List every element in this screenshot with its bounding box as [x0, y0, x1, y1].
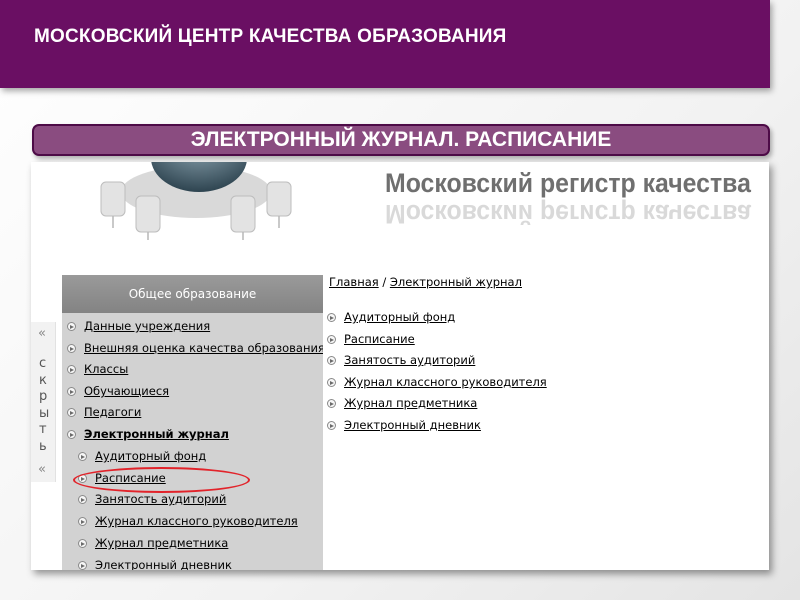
- submenu-item-room-occupancy[interactable]: Занятость аудиторий: [78, 492, 226, 506]
- sidebar-menu: Данные учреждения Внешняя оценка качеств…: [62, 313, 323, 570]
- breadcrumb-separator: /: [382, 275, 387, 289]
- menu-item-external-assessment[interactable]: Внешняя оценка качества образования: [67, 341, 323, 355]
- registry-title-reflection: Московский регистр качества: [385, 199, 751, 229]
- highlight-circle: [73, 467, 250, 493]
- bullet-arrow-icon: [78, 538, 87, 548]
- content-link-auditorium-fund[interactable]: Аудиторный фонд: [327, 310, 455, 324]
- slide-header-title: МОСКОВСКИЙ ЦЕНТР КАЧЕСТВА ОБРАЗОВАНИЯ: [34, 26, 507, 47]
- bullet-arrow-icon: [327, 312, 336, 322]
- bullet-arrow-icon: [327, 420, 336, 430]
- menu-item-electronic-journal[interactable]: Электронный журнал: [67, 427, 229, 441]
- menu-item-institution-data[interactable]: Данные учреждения: [67, 319, 210, 333]
- conference-table-image: [100, 162, 292, 240]
- bullet-arrow-icon: [67, 386, 76, 396]
- bullet-arrow-icon: [67, 407, 76, 417]
- breadcrumb: Главная / Электронный журнал: [329, 275, 522, 289]
- bullet-arrow-icon: [78, 451, 87, 461]
- bullet-arrow-icon: [78, 494, 87, 504]
- submenu-item-electronic-diary[interactable]: Электронный дневник: [78, 558, 232, 570]
- content-link-class-teacher-journal[interactable]: Журнал классного руководителя: [327, 375, 547, 389]
- bullet-arrow-icon: [67, 321, 76, 331]
- bullet-arrow-icon: [67, 364, 76, 374]
- menu-item-classes[interactable]: Классы: [67, 362, 128, 376]
- content-link-room-occupancy[interactable]: Занятость аудиторий: [327, 353, 475, 367]
- menu-item-students[interactable]: Обучающиеся: [67, 384, 169, 398]
- content-link-schedule[interactable]: Расписание: [327, 332, 415, 346]
- bullet-arrow-icon: [67, 429, 76, 439]
- submenu-item-class-teacher-journal[interactable]: Журнал классного руководителя: [78, 514, 298, 528]
- breadcrumb-current-link[interactable]: Электронный журнал: [390, 275, 522, 289]
- breadcrumb-home-link[interactable]: Главная: [329, 275, 379, 289]
- content-link-electronic-diary[interactable]: Электронный дневник: [327, 418, 481, 432]
- bullet-arrow-icon: [78, 560, 87, 570]
- bullet-arrow-icon: [327, 355, 336, 365]
- bullet-arrow-icon: [78, 516, 87, 526]
- collapse-arrow-icon: «: [38, 462, 46, 477]
- slide-section-title: ЭЛЕКТРОННЫЙ ЖУРНАЛ. РАСПИСАНИЕ: [32, 124, 770, 156]
- bullet-arrow-icon: [327, 398, 336, 408]
- registry-title: Московский регистр качества: [385, 168, 751, 198]
- submenu-item-subject-journal[interactable]: Журнал предметника: [78, 536, 228, 550]
- collapse-label: с к р ы т ь: [39, 356, 50, 454]
- bullet-arrow-icon: [327, 334, 336, 344]
- submenu-item-auditorium-fund[interactable]: Аудиторный фонд: [78, 449, 206, 463]
- menu-header: Общее образование: [62, 275, 323, 313]
- menu-item-teachers[interactable]: Педагоги: [67, 405, 141, 419]
- collapse-sidebar-toggle[interactable]: « с к р ы т ь «: [31, 322, 56, 482]
- site-screenshot: Московский регистр качества Московский р…: [31, 162, 769, 570]
- content-link-subject-journal[interactable]: Журнал предметника: [327, 396, 477, 410]
- bullet-arrow-icon: [327, 377, 336, 387]
- bullet-arrow-icon: [67, 343, 76, 353]
- collapse-arrow-icon: «: [38, 326, 46, 341]
- slide-header-band: МОСКОВСКИЙ ЦЕНТР КАЧЕСТВА ОБРАЗОВАНИЯ: [0, 0, 770, 88]
